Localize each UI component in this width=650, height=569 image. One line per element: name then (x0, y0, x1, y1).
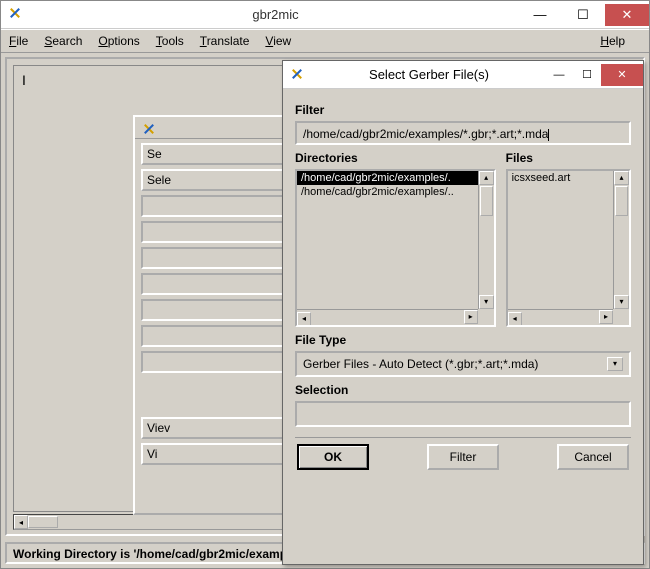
main-title: gbr2mic (33, 7, 518, 22)
ok-button[interactable]: OK (297, 444, 369, 470)
background-panel: Se Sele Viev Vi (133, 115, 293, 515)
menu-translate[interactable]: Translate (200, 34, 250, 48)
dialog-minimize-button[interactable]: — (545, 65, 573, 85)
chevron-down-icon[interactable]: ▾ (607, 357, 623, 371)
files-listbox[interactable]: icsxseed.art ▴ ▾ ◂ ▸ (506, 169, 631, 327)
menu-help[interactable]: Help (600, 34, 625, 48)
maximize-button[interactable]: ☐ (562, 4, 604, 26)
list-item[interactable]: /home/cad/gbr2mic/examples/. (297, 171, 494, 185)
scroll-left-icon[interactable]: ◂ (14, 515, 28, 529)
scroll-thumb[interactable] (615, 186, 628, 216)
directories-label: Directories (295, 151, 496, 165)
list-item[interactable]: icsxseed.art (508, 171, 629, 185)
app-icon (7, 5, 27, 25)
horizontal-scrollbar[interactable]: ◂ ▸ (508, 309, 613, 325)
scroll-corner (478, 309, 494, 325)
menubar: File Search Options Tools Translate View… (1, 29, 649, 53)
panel-view-button[interactable]: Viev (141, 417, 285, 439)
scroll-down-icon[interactable]: ▾ (479, 295, 494, 309)
scroll-thumb[interactable] (480, 186, 493, 216)
dialog-icon (289, 66, 307, 84)
file-dialog: Select Gerber File(s) — ☐ ✕ Filter /home… (282, 60, 644, 565)
selection-input[interactable] (295, 401, 631, 427)
directories-listbox[interactable]: /home/cad/gbr2mic/examples/. /home/cad/g… (295, 169, 496, 327)
scroll-left-icon[interactable]: ◂ (297, 312, 311, 326)
panel-row (141, 247, 285, 269)
vertical-scrollbar[interactable]: ▴ ▾ (613, 171, 629, 309)
filter-input[interactable]: /home/cad/gbr2mic/examples/*.gbr;*.art;*… (295, 121, 631, 145)
close-button[interactable]: ✕ (605, 4, 649, 26)
filter-label: Filter (295, 103, 631, 117)
dialog-titlebar[interactable]: Select Gerber File(s) — ☐ ✕ (283, 61, 643, 89)
panel-row (141, 325, 285, 347)
panel-row (141, 195, 285, 217)
scroll-down-icon[interactable]: ▾ (614, 295, 629, 309)
main-titlebar[interactable]: gbr2mic — ☐ ✕ (1, 1, 649, 29)
menu-view[interactable]: View (265, 34, 291, 48)
list-item[interactable]: /home/cad/gbr2mic/examples/.. (297, 185, 494, 199)
panel-row (141, 221, 285, 243)
minimize-button[interactable]: — (519, 4, 561, 26)
panel-row (141, 273, 285, 295)
dialog-title: Select Gerber File(s) (313, 67, 545, 82)
cancel-button[interactable]: Cancel (557, 444, 629, 470)
menu-file[interactable]: File (9, 34, 28, 48)
panel-row (141, 351, 285, 373)
scroll-right-icon[interactable]: ▸ (599, 310, 613, 324)
panel-row (141, 299, 285, 321)
scroll-right-icon[interactable]: ▸ (464, 310, 478, 324)
selection-label: Selection (295, 383, 631, 397)
scroll-left-icon[interactable]: ◂ (508, 312, 522, 326)
scroll-thumb[interactable] (28, 516, 58, 528)
panel-row[interactable]: Se (141, 143, 285, 165)
dialog-close-button[interactable]: ✕ (601, 64, 643, 86)
filetype-label: File Type (295, 333, 631, 347)
filter-button[interactable]: Filter (427, 444, 499, 470)
dialog-maximize-button[interactable]: ☐ (573, 65, 601, 85)
panel-row[interactable]: Sele (141, 169, 285, 191)
menu-search[interactable]: Search (44, 34, 82, 48)
scroll-corner (613, 309, 629, 325)
menu-options[interactable]: Options (98, 34, 139, 48)
scroll-up-icon[interactable]: ▴ (479, 171, 494, 185)
files-label: Files (506, 151, 631, 165)
panel-vi-button[interactable]: Vi (141, 443, 285, 465)
menu-tools[interactable]: Tools (156, 34, 184, 48)
scroll-up-icon[interactable]: ▴ (614, 171, 629, 185)
filetype-dropdown[interactable]: Gerber Files - Auto Detect (*.gbr;*.art;… (295, 351, 631, 377)
text-cursor-icon: I (22, 72, 26, 88)
vertical-scrollbar[interactable]: ▴ ▾ (478, 171, 494, 309)
panel-icon (141, 121, 155, 135)
horizontal-scrollbar[interactable]: ◂ ▸ (297, 309, 478, 325)
